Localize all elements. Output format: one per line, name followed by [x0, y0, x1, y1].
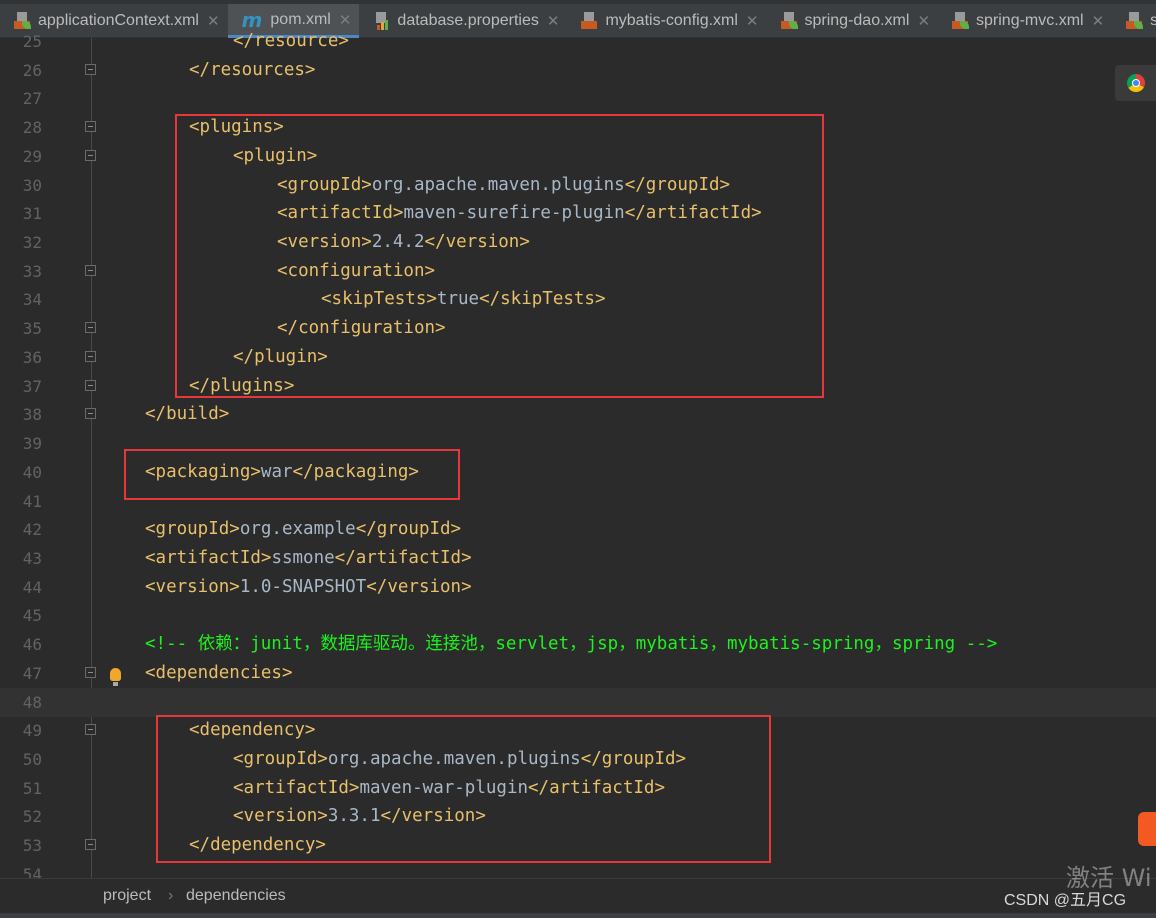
code-line[interactable]: 42 <groupId>org.example</groupId> [0, 515, 1156, 544]
line-number: 51 [22, 778, 42, 798]
highlight-box-dependency [156, 715, 771, 863]
highlight-box-plugins [175, 114, 824, 398]
code-line[interactable]: 44 <version>1.0-SNAPSHOT</version> [0, 573, 1156, 602]
xml-value: org.example [239, 519, 356, 540]
fold-toggle-icon[interactable] [85, 63, 96, 75]
tab-label: pom.xml [270, 10, 331, 28]
code-text: <groupId>org.example</groupId> [145, 515, 461, 544]
line-number: 50 [22, 750, 42, 769]
line-number: 47 [22, 663, 42, 683]
fold-toggle-icon[interactable] [85, 724, 96, 736]
line-number: 38 [22, 405, 42, 425]
code-line[interactable]: 47 <dependencies> [0, 659, 1156, 688]
line-number: 46 [22, 635, 42, 655]
breadcrumb: project › dependencies [0, 878, 1156, 915]
xml-tag: </resource> [233, 31, 349, 51]
status-bar [0, 913, 1156, 918]
fold-toggle-icon[interactable] [85, 839, 96, 851]
line-number: 36 [22, 347, 42, 367]
code-text: <!-- 依赖：junit，数据库驱动。连接池，servlet，jsp，myba… [145, 634, 998, 655]
line-number: 53 [22, 836, 42, 856]
line-number: 40 [22, 462, 42, 482]
line-number: 41 [22, 491, 42, 511]
line-number: 26 [22, 60, 42, 80]
code-text: </resource> [233, 27, 349, 56]
sogou-ime-icon [1138, 812, 1156, 846]
breadcrumb-separator: › [168, 887, 174, 904]
close-tab-icon[interactable]: ✕ [339, 11, 352, 29]
line-number: 37 [22, 376, 42, 396]
line-number: 35 [22, 319, 42, 339]
xml-value: 1.0-SNAPSHOT [239, 576, 367, 597]
line-number: 48 [22, 692, 42, 712]
xml-tag: <version> [145, 576, 240, 597]
xml-tag: <groupId> [145, 519, 240, 540]
chrome-browser-button[interactable] [1115, 65, 1156, 101]
fold-toggle-icon[interactable] [85, 350, 96, 362]
code-text: <artifactId>ssmone</artifactId> [145, 544, 472, 573]
fold-toggle-icon[interactable] [85, 264, 96, 276]
code-line[interactable]: 38 </build> [0, 400, 1156, 429]
fold-toggle-icon[interactable] [85, 408, 96, 420]
line-number: 39 [22, 434, 42, 454]
xml-tag: </build> [145, 404, 230, 425]
line-number: 25 [22, 32, 42, 51]
xml-tag: </resources> [189, 59, 316, 80]
fold-toggle-icon[interactable] [85, 666, 96, 678]
code-text: <dependencies> [145, 659, 293, 688]
line-number: 45 [22, 606, 42, 626]
xml-tag: </groupId> [355, 519, 462, 540]
fold-toggle-icon[interactable] [85, 379, 96, 391]
line-number: 27 [22, 89, 42, 109]
line-number: 42 [22, 520, 42, 540]
line-number: 28 [22, 118, 42, 138]
csdn-watermark: CSDN @五月CG [1004, 892, 1127, 909]
xml-tag: <artifactId> [145, 547, 272, 568]
fold-toggle-icon[interactable] [85, 149, 96, 161]
xml-tag: <dependencies> [145, 662, 293, 683]
code-line[interactable]: 45 [0, 601, 1156, 630]
code-text: </resources> [189, 56, 315, 85]
xml-tag: </artifactId> [334, 547, 472, 568]
highlight-box-packaging [124, 449, 460, 500]
code-text: <version>1.0-SNAPSHOT</version> [145, 573, 472, 602]
xml-value: ssmone [271, 547, 335, 568]
line-number: 33 [22, 261, 42, 281]
code-line[interactable]: 46 <!-- 依赖：junit，数据库驱动。连接池，servlet，jsp，my… [0, 630, 1156, 659]
line-number: 44 [22, 577, 42, 597]
line-number: 52 [22, 807, 42, 827]
code-line[interactable]: 43 <artifactId>ssmone</artifactId> [0, 544, 1156, 573]
line-number: 43 [22, 548, 42, 568]
fold-toggle-icon[interactable] [85, 322, 96, 334]
line-number: 30 [22, 175, 42, 195]
breadcrumb-dependencies[interactable]: dependencies [186, 879, 286, 913]
line-number: 34 [22, 290, 42, 310]
code-line[interactable]: 48 [0, 687, 1156, 717]
code-line[interactable]: 27 [0, 84, 1156, 113]
xml-tag: </version> [366, 576, 472, 597]
line-number: 29 [22, 146, 42, 166]
lightbulb-icon[interactable] [110, 668, 121, 686]
fold-toggle-icon[interactable] [85, 121, 96, 133]
line-number: 31 [22, 204, 42, 224]
code-line[interactable]: 26 </resources> [0, 56, 1156, 85]
line-number: 49 [22, 721, 42, 741]
line-number: 32 [22, 233, 42, 253]
breadcrumb-project[interactable]: project [103, 879, 151, 913]
code-text: </build> [145, 400, 229, 429]
chrome-icon [1127, 74, 1145, 92]
code-line[interactable]: 25 </resource> [0, 27, 1156, 56]
